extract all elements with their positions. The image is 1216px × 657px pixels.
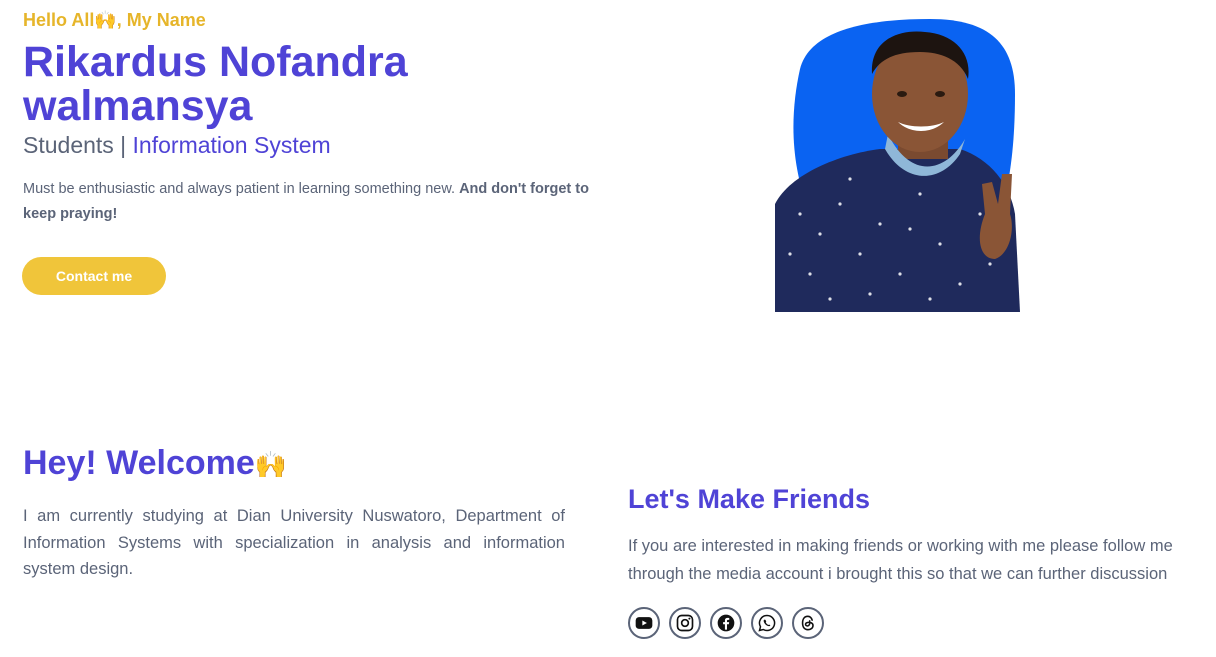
threads-link[interactable] — [792, 607, 824, 639]
hero-role: Students | Information System — [23, 132, 331, 159]
profile-photo — [770, 14, 1045, 314]
welcome-heading: Hey! Welcome🙌 — [23, 444, 287, 483]
welcome-title: Hey! Welcome — [23, 444, 255, 482]
youtube-icon — [635, 617, 653, 629]
social-links — [628, 607, 824, 639]
raising-hands-icon: 🙌 — [254, 449, 288, 480]
facebook-link[interactable] — [710, 607, 742, 639]
role-prefix: Students | — [23, 132, 133, 158]
threads-icon — [801, 615, 814, 631]
hero-name: Rikardus Nofandra walmansya — [23, 38, 408, 130]
friends-heading: Let's Make Friends — [628, 484, 870, 514]
role-accent: Information System — [132, 132, 331, 158]
hero-intro: Must be enthusiastic and always patient … — [23, 177, 603, 227]
whatsapp-link[interactable] — [751, 607, 783, 639]
hero-greeting: Hello All🙌, My Name — [23, 10, 206, 30]
whatsapp-icon — [758, 614, 776, 632]
instagram-link[interactable] — [669, 607, 701, 639]
welcome-text: I am currently studying at Dian Universi… — [23, 507, 565, 578]
youtube-link[interactable] — [628, 607, 660, 639]
facebook-icon — [717, 614, 735, 632]
intro-text: Must be enthusiastic and always patient … — [23, 181, 460, 197]
instagram-icon — [676, 614, 694, 632]
contact-me-button[interactable]: Contact me — [22, 257, 166, 295]
friends-text: If you are interested in making friends … — [628, 537, 1173, 583]
